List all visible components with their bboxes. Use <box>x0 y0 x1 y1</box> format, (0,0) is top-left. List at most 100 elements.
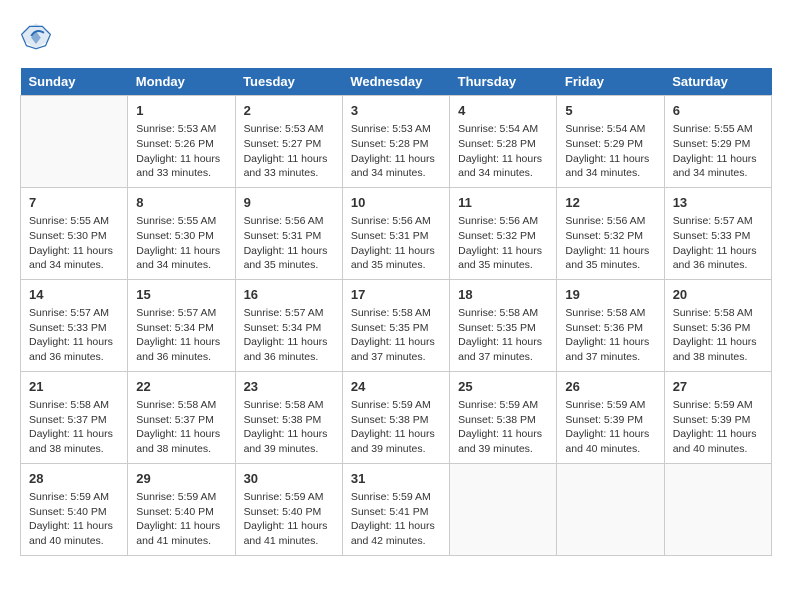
calendar-day-cell: 10 Sunrise: 5:56 AMSunset: 5:31 PMDayligh… <box>342 187 449 279</box>
calendar-week-row: 1Sunrise: 5:53 AMSunset: 5:26 PMDaylight… <box>21 96 772 188</box>
day-info: Sunrise: 5:55 AMSunset: 5:30 PMDaylight:… <box>136 214 226 273</box>
calendar-week-row: 21 Sunrise: 5:58 AMSunset: 5:37 PMDayligh… <box>21 371 772 463</box>
calendar-day-cell: 7 Sunrise: 5:55 AMSunset: 5:30 PMDaylight… <box>21 187 128 279</box>
calendar-day-cell: 9 Sunrise: 5:56 AMSunset: 5:31 PMDaylight… <box>235 187 342 279</box>
calendar-day-cell: 3Sunrise: 5:53 AMSunset: 5:28 PMDaylight… <box>342 96 449 188</box>
calendar-day-cell: 14 Sunrise: 5:57 AMSunset: 5:33 PMDayligh… <box>21 279 128 371</box>
calendar-day-cell: 27Sunrise: 5:59 AMSunset: 5:39 PMDayligh… <box>664 371 771 463</box>
calendar-day-cell: 8 Sunrise: 5:55 AMSunset: 5:30 PMDaylight… <box>128 187 235 279</box>
day-info: Sunrise: 5:59 AMSunset: 5:40 PMDaylight:… <box>244 490 334 549</box>
day-info: Sunrise: 5:58 AMSunset: 5:35 PMDaylight:… <box>458 306 548 365</box>
day-number: 27 <box>673 378 763 396</box>
calendar-day-cell: 25 Sunrise: 5:59 AMSunset: 5:38 PMDayligh… <box>450 371 557 463</box>
logo-icon <box>20 20 52 52</box>
day-number: 9 <box>244 194 334 212</box>
day-info: Sunrise: 5:53 AMSunset: 5:27 PMDaylight:… <box>244 122 334 181</box>
day-info: Sunrise: 5:58 AMSunset: 5:36 PMDaylight:… <box>565 306 655 365</box>
day-info: Sunrise: 5:58 AMSunset: 5:35 PMDaylight:… <box>351 306 441 365</box>
day-info: Sunrise: 5:56 AMSunset: 5:31 PMDaylight:… <box>244 214 334 273</box>
day-info: Sunrise: 5:56 AMSunset: 5:32 PMDaylight:… <box>458 214 548 273</box>
calendar-day-cell: 17 Sunrise: 5:58 AMSunset: 5:35 PMDayligh… <box>342 279 449 371</box>
day-number: 19 <box>565 286 655 304</box>
day-info: Sunrise: 5:59 AMSunset: 5:38 PMDaylight:… <box>458 398 548 457</box>
calendar-day-cell: 16 Sunrise: 5:57 AMSunset: 5:34 PMDayligh… <box>235 279 342 371</box>
calendar-day-cell: 29 Sunrise: 5:59 AMSunset: 5:40 PMDayligh… <box>128 463 235 555</box>
day-info: Sunrise: 5:59 AMSunset: 5:38 PMDaylight:… <box>351 398 441 457</box>
day-number: 15 <box>136 286 226 304</box>
weekday-header: Thursday <box>450 68 557 96</box>
day-info: Sunrise: 5:59 AMSunset: 5:40 PMDaylight:… <box>29 490 119 549</box>
calendar-day-cell: 21 Sunrise: 5:58 AMSunset: 5:37 PMDayligh… <box>21 371 128 463</box>
day-number: 29 <box>136 470 226 488</box>
day-info: Sunrise: 5:57 AMSunset: 5:33 PMDaylight:… <box>673 214 763 273</box>
calendar-day-cell: 2 Sunrise: 5:53 AMSunset: 5:27 PMDaylight… <box>235 96 342 188</box>
day-info: Sunrise: 5:55 AMSunset: 5:29 PMDaylight:… <box>673 122 763 181</box>
calendar-day-cell: 12 Sunrise: 5:56 AMSunset: 5:32 PMDayligh… <box>557 187 664 279</box>
day-number: 24 <box>351 378 441 396</box>
day-number: 4 <box>458 102 548 120</box>
day-info: Sunrise: 5:54 AMSunset: 5:28 PMDaylight:… <box>458 122 548 181</box>
day-number: 6 <box>673 102 763 120</box>
day-number: 1 <box>136 102 226 120</box>
day-info: Sunrise: 5:56 AMSunset: 5:32 PMDaylight:… <box>565 214 655 273</box>
day-number: 22 <box>136 378 226 396</box>
weekday-header: Saturday <box>664 68 771 96</box>
calendar-day-cell: 24 Sunrise: 5:59 AMSunset: 5:38 PMDayligh… <box>342 371 449 463</box>
day-number: 31 <box>351 470 441 488</box>
calendar-day-cell: 23Sunrise: 5:58 AMSunset: 5:38 PMDayligh… <box>235 371 342 463</box>
day-number: 10 <box>351 194 441 212</box>
calendar-day-cell: 11Sunrise: 5:56 AMSunset: 5:32 PMDayligh… <box>450 187 557 279</box>
calendar-day-cell: 6 Sunrise: 5:55 AMSunset: 5:29 PMDaylight… <box>664 96 771 188</box>
day-number: 17 <box>351 286 441 304</box>
weekday-header: Sunday <box>21 68 128 96</box>
calendar-day-cell <box>557 463 664 555</box>
weekday-header: Monday <box>128 68 235 96</box>
calendar-header: SundayMondayTuesdayWednesdayThursdayFrid… <box>21 68 772 96</box>
day-number: 30 <box>244 470 334 488</box>
calendar-day-cell: 4 Sunrise: 5:54 AMSunset: 5:28 PMDaylight… <box>450 96 557 188</box>
calendar-day-cell: 31 Sunrise: 5:59 AMSunset: 5:41 PMDayligh… <box>342 463 449 555</box>
day-number: 16 <box>244 286 334 304</box>
calendar-day-cell: 5Sunrise: 5:54 AMSunset: 5:29 PMDaylight… <box>557 96 664 188</box>
calendar-day-cell <box>21 96 128 188</box>
calendar-week-row: 7 Sunrise: 5:55 AMSunset: 5:30 PMDaylight… <box>21 187 772 279</box>
day-info: Sunrise: 5:56 AMSunset: 5:31 PMDaylight:… <box>351 214 441 273</box>
day-number: 28 <box>29 470 119 488</box>
day-number: 14 <box>29 286 119 304</box>
calendar-day-cell: 13Sunrise: 5:57 AMSunset: 5:33 PMDayligh… <box>664 187 771 279</box>
calendar-day-cell: 22Sunrise: 5:58 AMSunset: 5:37 PMDayligh… <box>128 371 235 463</box>
day-info: Sunrise: 5:57 AMSunset: 5:34 PMDaylight:… <box>244 306 334 365</box>
page-header <box>20 20 772 52</box>
calendar-week-row: 14 Sunrise: 5:57 AMSunset: 5:33 PMDayligh… <box>21 279 772 371</box>
logo <box>20 20 56 52</box>
day-number: 26 <box>565 378 655 396</box>
day-info: Sunrise: 5:55 AMSunset: 5:30 PMDaylight:… <box>29 214 119 273</box>
day-number: 12 <box>565 194 655 212</box>
day-number: 20 <box>673 286 763 304</box>
calendar-table: SundayMondayTuesdayWednesdayThursdayFrid… <box>20 68 772 556</box>
calendar-day-cell: 15Sunrise: 5:57 AMSunset: 5:34 PMDayligh… <box>128 279 235 371</box>
day-number: 18 <box>458 286 548 304</box>
calendar-day-cell <box>664 463 771 555</box>
day-number: 8 <box>136 194 226 212</box>
day-info: Sunrise: 5:59 AMSunset: 5:40 PMDaylight:… <box>136 490 226 549</box>
day-info: Sunrise: 5:57 AMSunset: 5:33 PMDaylight:… <box>29 306 119 365</box>
day-info: Sunrise: 5:54 AMSunset: 5:29 PMDaylight:… <box>565 122 655 181</box>
day-number: 7 <box>29 194 119 212</box>
calendar-day-cell: 19 Sunrise: 5:58 AMSunset: 5:36 PMDayligh… <box>557 279 664 371</box>
day-number: 21 <box>29 378 119 396</box>
day-info: Sunrise: 5:58 AMSunset: 5:37 PMDaylight:… <box>29 398 119 457</box>
weekday-header: Wednesday <box>342 68 449 96</box>
calendar-day-cell <box>450 463 557 555</box>
calendar-day-cell: 28 Sunrise: 5:59 AMSunset: 5:40 PMDayligh… <box>21 463 128 555</box>
weekday-header: Friday <box>557 68 664 96</box>
day-number: 2 <box>244 102 334 120</box>
calendar-day-cell: 18 Sunrise: 5:58 AMSunset: 5:35 PMDayligh… <box>450 279 557 371</box>
day-info: Sunrise: 5:58 AMSunset: 5:38 PMDaylight:… <box>244 398 334 457</box>
day-info: Sunrise: 5:58 AMSunset: 5:36 PMDaylight:… <box>673 306 763 365</box>
day-number: 25 <box>458 378 548 396</box>
day-info: Sunrise: 5:59 AMSunset: 5:39 PMDaylight:… <box>565 398 655 457</box>
calendar-body: 1Sunrise: 5:53 AMSunset: 5:26 PMDaylight… <box>21 96 772 556</box>
day-info: Sunrise: 5:59 AMSunset: 5:41 PMDaylight:… <box>351 490 441 549</box>
day-number: 3 <box>351 102 441 120</box>
